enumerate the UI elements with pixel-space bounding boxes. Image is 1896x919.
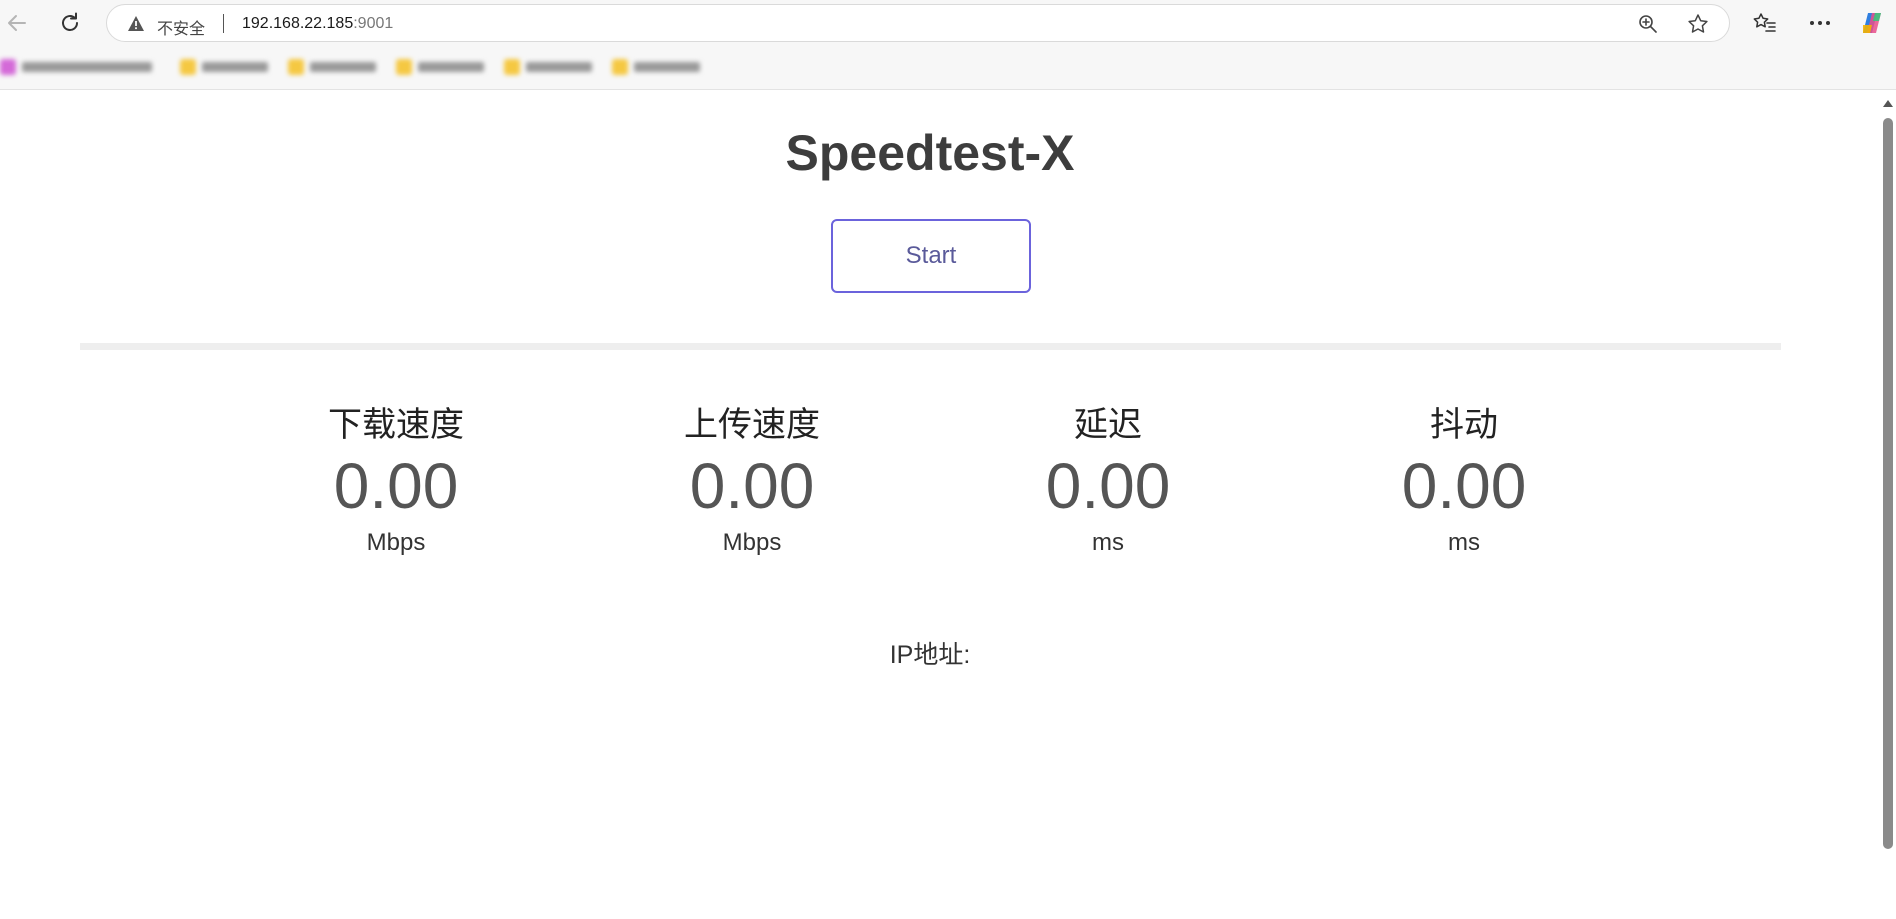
bookmark-item[interactable] — [612, 59, 708, 75]
more-icon[interactable] — [1805, 8, 1835, 38]
metric-upload: 上传速度 0.00 Mbps — [602, 403, 902, 557]
progress-bar — [80, 343, 1781, 350]
metric-label: 下载速度 — [328, 406, 464, 444]
vertical-scrollbar[interactable] — [1880, 90, 1896, 919]
metric-value: 0.00 — [1045, 450, 1171, 522]
url-host: 192.168.22.185 — [242, 15, 354, 32]
bookmark-item[interactable] — [396, 59, 492, 75]
browser-toolbar: 不安全 192.168.22.185:9001 — [0, 0, 1896, 46]
metric-label: 上传速度 — [684, 406, 820, 444]
start-button[interactable]: Start — [831, 219, 1031, 293]
bookmark-item[interactable] — [504, 59, 600, 75]
warning-icon[interactable] — [127, 15, 145, 37]
bookmark-item[interactable] — [180, 59, 276, 75]
metric-jitter: 抖动 0.00 ms — [1314, 403, 1614, 557]
metric-value: 0.00 — [1401, 450, 1527, 522]
address-separator — [223, 14, 224, 33]
metric-download: 下载速度 0.00 Mbps — [246, 403, 546, 557]
copilot-icon[interactable] — [1857, 8, 1887, 38]
url-port: :9001 — [353, 15, 394, 32]
metric-unit: ms — [1092, 529, 1124, 556]
url-text[interactable]: 192.168.22.185:9001 — [242, 15, 393, 33]
page-content: Speedtest-X Start 下载速度 0.00 Mbps 上传速度 0.… — [0, 90, 1880, 919]
scroll-thumb[interactable] — [1883, 118, 1893, 849]
reload-icon[interactable] — [55, 8, 85, 38]
metric-value: 0.00 — [689, 450, 815, 522]
ip-address-label: IP地址: — [889, 641, 971, 669]
metric-label: 抖动 — [1430, 406, 1498, 444]
metric-unit: Mbps — [722, 529, 782, 556]
metric-latency: 延迟 0.00 ms — [958, 403, 1258, 557]
bookmark-item[interactable] — [0, 59, 160, 75]
page-title: Speedtest-X — [785, 125, 1075, 181]
star-icon[interactable] — [1687, 13, 1709, 40]
security-label[interactable]: 不安全 — [157, 15, 205, 39]
favorites-list-icon[interactable] — [1750, 8, 1780, 38]
metric-label: 延迟 — [1074, 406, 1142, 444]
zoom-in-icon[interactable] — [1638, 14, 1658, 39]
metric-unit: ms — [1448, 529, 1480, 556]
back-arrow-icon[interactable] — [2, 8, 32, 38]
address-bar[interactable]: 不安全 192.168.22.185:9001 — [106, 4, 1730, 42]
metric-unit: Mbps — [366, 529, 426, 556]
metric-value: 0.00 — [333, 450, 459, 522]
scroll-up-arrow-icon[interactable] — [1883, 100, 1893, 107]
bookmark-item[interactable] — [288, 59, 384, 75]
bookmarks-bar — [0, 46, 1896, 90]
